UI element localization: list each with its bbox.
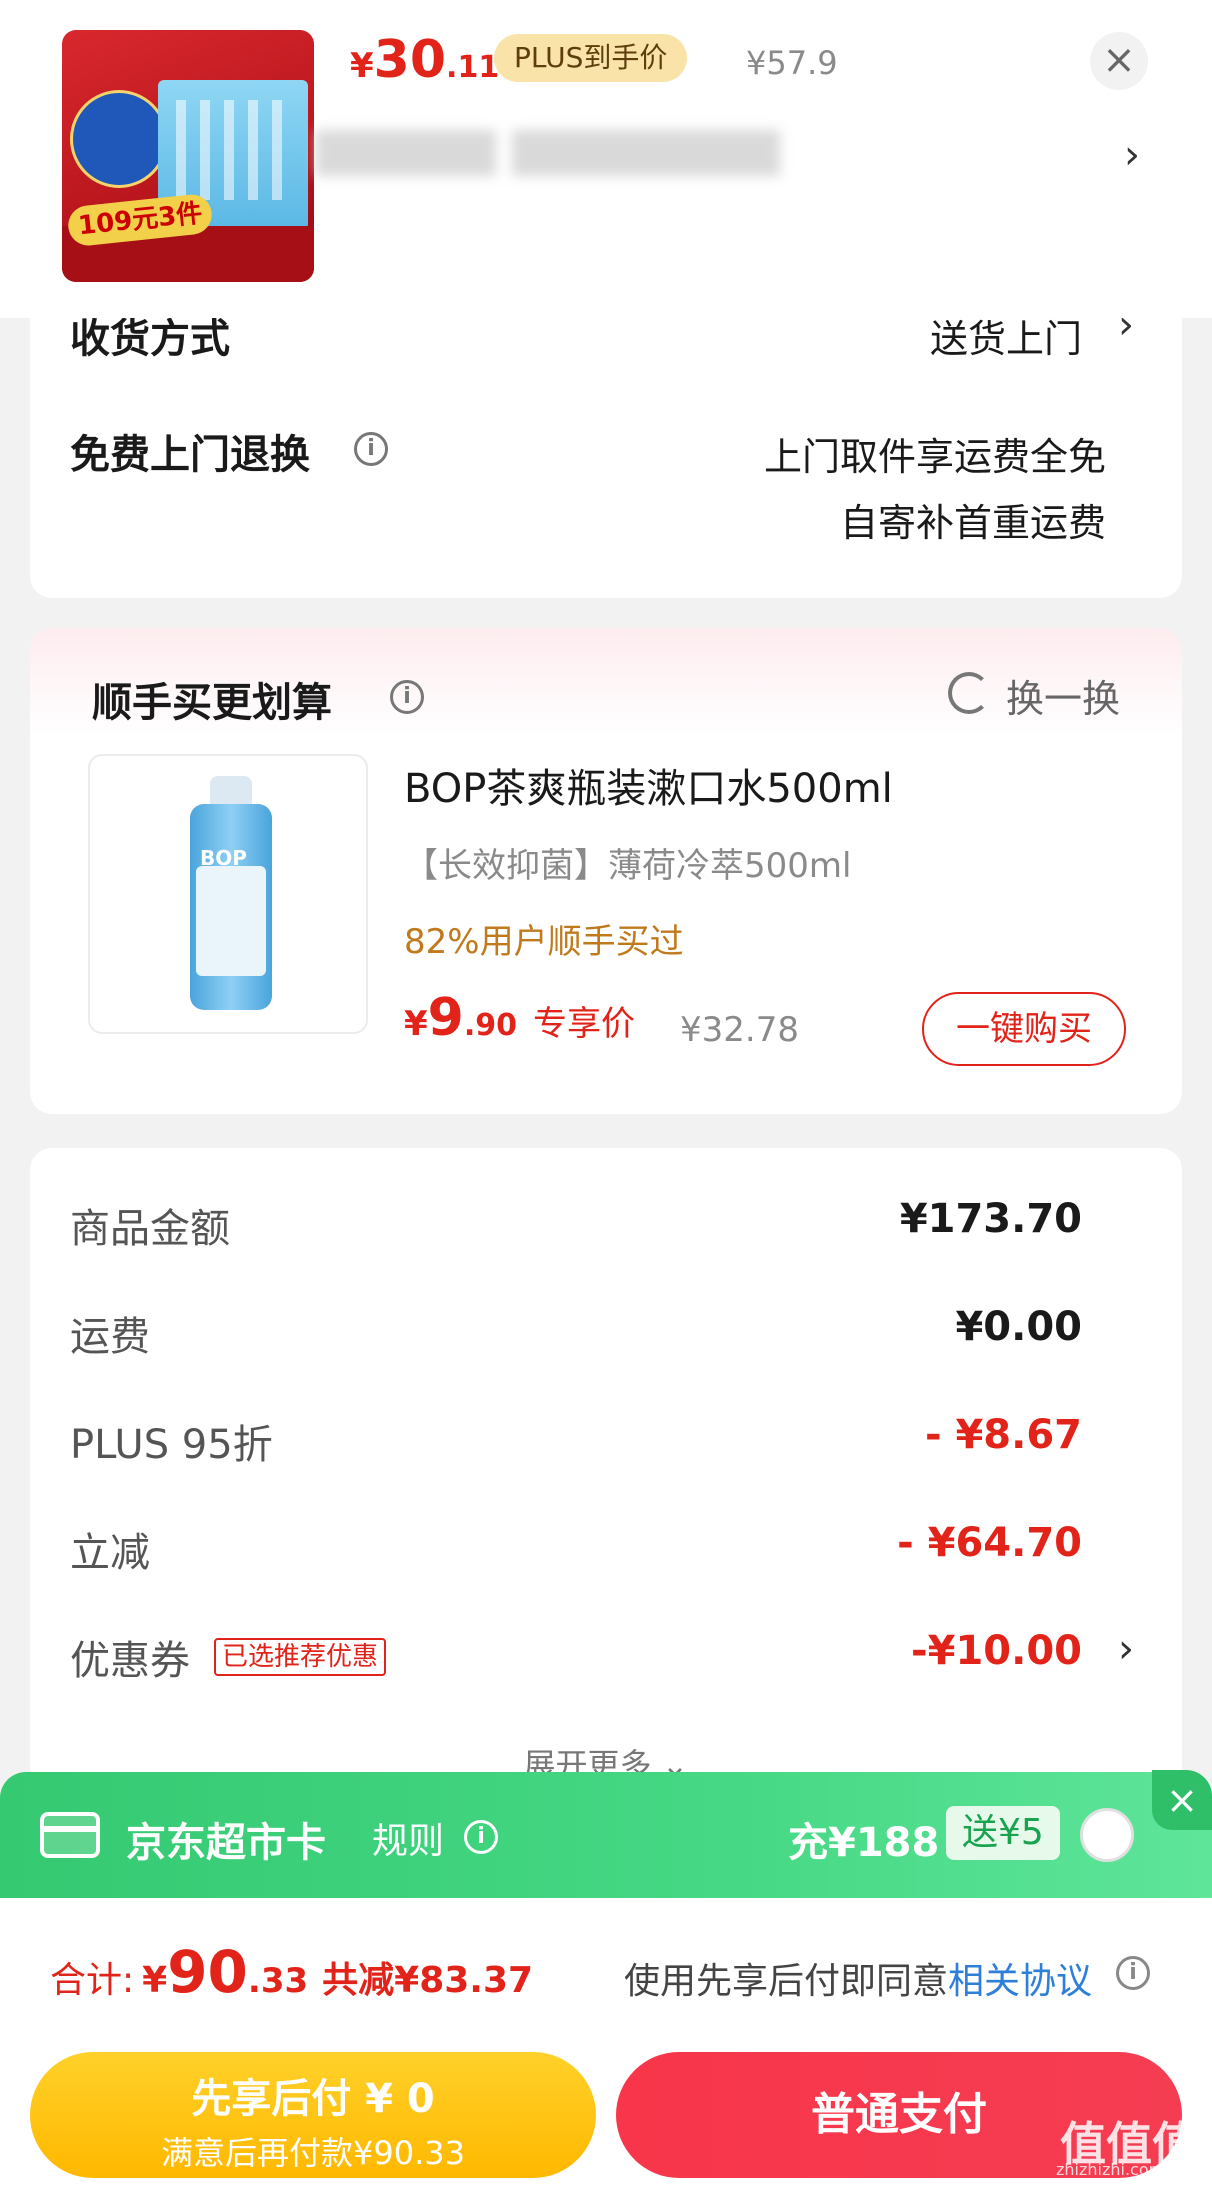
pay-later-subtitle: 满意后再付款¥90.33: [161, 2134, 465, 2172]
info-icon[interactable]: i: [354, 432, 388, 466]
jd-supermarket-card-bar: 京东超市卡 规则 i 充¥188 送¥5 ×: [0, 1770, 1212, 1898]
price-currency: ¥: [404, 1004, 428, 1044]
price-integer: 30: [373, 30, 447, 90]
addon-product-name[interactable]: BOP茶爽瓶装漱口水500ml: [404, 756, 893, 814]
info-icon[interactable]: i: [1116, 1956, 1150, 1990]
price-summary-card: 商品金额 ¥173.70 运费 ¥0.00 PLUS 95折 - ¥8.67 立…: [30, 1148, 1182, 1808]
card-icon: [40, 1812, 100, 1858]
blurred-address-part: [512, 130, 780, 176]
pay-later-button[interactable]: 先享后付 ¥ 0 满意后再付款¥90.33: [30, 2052, 596, 2178]
jd-card-charge-amount: 充¥188: [788, 1820, 940, 1866]
product-header: 109元3件 ¥ 30 .11 PLUS到手价 ¥57.9 × ›: [0, 0, 1212, 318]
promo-circle-badge: [70, 90, 168, 188]
addon-product-subtitle: 【长效抑菌】薄荷冷萃500ml: [404, 846, 852, 886]
refresh-icon[interactable]: [948, 672, 990, 714]
chevron-right-icon[interactable]: ›: [1118, 1626, 1134, 1672]
free-return-label: 免费上门退换: [70, 432, 310, 478]
summary-value-instant-off: - ¥64.70: [897, 1520, 1082, 1566]
addon-title: 顺手买更划算: [92, 680, 332, 726]
agreement-prefix: 使用先享后付即同意: [624, 1961, 949, 2002]
addon-social-proof: 82%用户顺手买过: [404, 922, 684, 962]
pay-later-title: 先享后付 ¥ 0: [191, 2076, 435, 2122]
total-label: 合计:: [50, 1960, 135, 2001]
summary-value-coupon[interactable]: -¥10.00: [911, 1628, 1082, 1674]
jd-card-title: 京东超市卡: [126, 1820, 326, 1866]
price-decimal: .11: [446, 50, 500, 85]
one-click-buy-button[interactable]: 一键购买: [922, 992, 1126, 1066]
blurred-address-part: [316, 130, 496, 176]
total-currency: ¥: [142, 1960, 168, 2001]
price-currency: ¥: [350, 46, 374, 86]
original-price: ¥57.9: [746, 44, 838, 82]
addon-price: ¥ 9 .90 专享价: [404, 988, 635, 1048]
total-integer: 90: [167, 1938, 248, 2006]
swap-button[interactable]: 换一换: [1006, 668, 1120, 723]
addon-recommend-card: 顺手买更划算 i 换一换 BOP BOP茶爽瓶装漱口水500ml 【长效抑菌】薄…: [30, 628, 1182, 1114]
header-price: ¥ 30 .11: [350, 30, 499, 90]
exclusive-price-tag: 专享价: [533, 1004, 636, 1044]
price-integer: 9: [427, 988, 464, 1048]
summary-label-instant-off: 立减: [70, 1530, 150, 1576]
info-icon[interactable]: i: [390, 680, 424, 714]
jd-card-rule-link[interactable]: 规则: [372, 1812, 444, 1864]
coupon-selected-tag: 已选推荐优惠: [214, 1638, 387, 1676]
total-amount: 合计: ¥ 90 .33 共减¥83.37: [50, 1938, 533, 2006]
summary-label-coupon[interactable]: 优惠券: [70, 1628, 190, 1686]
total-decimal: .33: [247, 1961, 309, 2001]
summary-value-plus-discount: - ¥8.67: [924, 1412, 1082, 1458]
summary-label-goods: 商品金额: [70, 1206, 230, 1252]
free-return-line2: 自寄补首重运费: [839, 501, 1106, 545]
price-decimal: .90: [463, 1008, 518, 1043]
close-button[interactable]: ×: [1090, 32, 1148, 90]
close-icon[interactable]: ×: [1152, 1770, 1212, 1830]
watermark-sub: zhizhizhi.com: [1056, 2160, 1165, 2179]
bottom-action-bar: 先享后付 ¥ 0 满意后再付款¥90.33 普通支付: [0, 2038, 1212, 2190]
summary-value-shipping: ¥0.00: [955, 1304, 1082, 1350]
addon-original-price: ¥32.78: [680, 1010, 799, 1050]
jd-card-gift-badge: 送¥5: [946, 1806, 1060, 1860]
agreement-link[interactable]: 相关协议: [948, 1961, 1092, 2002]
summary-label-shipping: 运费: [70, 1314, 150, 1360]
jd-card-select-radio[interactable]: [1080, 1808, 1134, 1862]
summary-label-plus-discount: PLUS 95折: [70, 1422, 273, 1468]
free-return-line1: 上门取件享运费全免: [763, 435, 1106, 479]
total-reduced: 共减¥83.37: [322, 1960, 534, 2001]
mouthwash-bottle-image: BOP: [190, 776, 272, 1012]
product-thumbnail[interactable]: 109元3件: [62, 30, 314, 282]
total-bar: 合计: ¥ 90 .33 共减¥83.37 使用先享后付即同意相关协议 i: [0, 1898, 1212, 2038]
addon-product-image[interactable]: BOP: [88, 754, 368, 1034]
plus-price-badge: PLUS到手价: [494, 34, 688, 82]
bottle-brand: BOP: [200, 846, 247, 870]
info-icon[interactable]: i: [464, 1820, 498, 1854]
chevron-right-icon[interactable]: ›: [1124, 132, 1140, 178]
summary-value-goods: ¥173.70: [899, 1196, 1082, 1242]
agreement-text: 使用先享后付即同意相关协议: [624, 1952, 1092, 2004]
